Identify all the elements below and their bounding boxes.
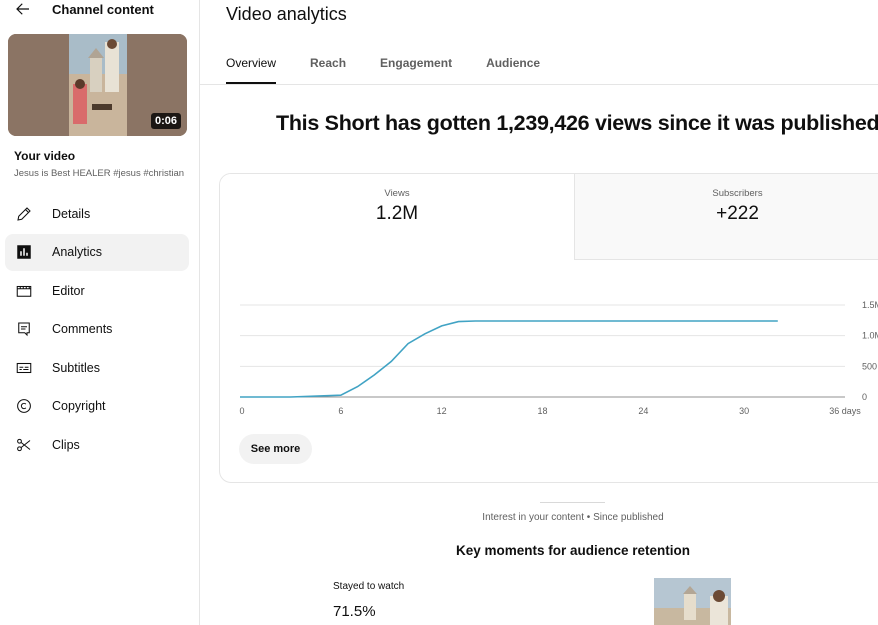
tab-audience[interactable]: Audience (486, 56, 540, 84)
sidebar-item-subtitles[interactable]: Subtitles (5, 349, 189, 386)
scissors-icon (15, 436, 33, 454)
sidebar-item-label: Subtitles (52, 360, 100, 375)
metric-value: 1.2M (375, 203, 419, 224)
sidebar-item-clips[interactable]: Clips (5, 426, 189, 463)
interest-subtitle: Interest in your content • Since publish… (482, 512, 664, 523)
back-label: Channel content (52, 1, 154, 17)
pencil-icon (15, 205, 33, 223)
sidebar-item-label: Details (52, 206, 91, 221)
y-tick-label: 500 (862, 361, 877, 371)
main-content: Video analytics Overview Reach Engagemen… (200, 0, 878, 625)
metric-label: Views (384, 188, 410, 199)
video-thumbnail[interactable]: 0:06 (8, 34, 187, 136)
x-tick-label: 12 (437, 406, 447, 416)
divider (540, 502, 605, 503)
x-tick-label: 24 (638, 406, 648, 416)
sidebar-item-copyright[interactable]: Copyright (5, 388, 189, 425)
clapper-icon (15, 282, 33, 300)
y-tick-label: 1.5M (862, 300, 878, 310)
views-chart: 0 500 1.0M 1.5M 0 6 12 18 24 30 36 days (220, 260, 878, 430)
tab-reach[interactable]: Reach (310, 56, 346, 84)
see-more-button[interactable]: See more (239, 434, 312, 464)
your-video-label: Your video (14, 149, 76, 163)
y-tick-label: 0 (862, 392, 867, 402)
tab-overview[interactable]: Overview (226, 56, 277, 84)
sidebar-item-label: Analytics (52, 245, 103, 259)
views-chart-svg: 0 500 1.0M 1.5M 0 6 12 18 24 30 36 days (239, 300, 878, 416)
page-title: Video analytics (226, 4, 347, 24)
x-tick-label: 30 (739, 406, 749, 416)
back-to-channel-content[interactable]: Channel content (14, 0, 154, 18)
x-tick-label: 18 (537, 406, 547, 416)
x-tick-label: 6 (338, 406, 343, 416)
views-headline: This Short has gotten 1,239,426 views si… (276, 111, 878, 135)
video-duration: 0:06 (150, 113, 181, 129)
sidebar-item-comments[interactable]: Comments (5, 311, 189, 348)
sidebar-item-analytics[interactable]: Analytics (5, 233, 189, 271)
metric-subscribers[interactable]: Subscribers +222 (574, 174, 878, 260)
retention-thumbnail-image (654, 578, 731, 625)
metric-label: Subscribers (712, 188, 763, 199)
views-series-line (240, 320, 778, 398)
tab-engagement[interactable]: Engagement (380, 56, 452, 84)
y-tick-label: 1.0M (862, 331, 878, 341)
stayed-to-watch-label: Stayed to watch (333, 581, 405, 592)
stayed-to-watch-value: 71.5% (333, 603, 376, 620)
sidebar-item-editor[interactable]: Editor (5, 272, 189, 309)
x-tick-label: 36 days (829, 406, 861, 416)
tab-divider (200, 84, 878, 85)
analytics-icon (15, 243, 33, 261)
metric-value: +222 (716, 203, 759, 224)
x-tick-label: 0 (239, 406, 244, 416)
arrow-back-icon (16, 3, 29, 15)
key-moments-title: Key moments for audience retention (455, 543, 691, 558)
analytics-tabs: Overview Reach Engagement Audience (226, 56, 574, 84)
copyright-icon (15, 397, 33, 415)
sidebar-item-label: Copyright (52, 399, 106, 413)
metric-views[interactable]: Views 1.2M (220, 174, 574, 260)
video-title[interactable]: Jesus is Best HEALER #jesus #christian (14, 168, 189, 179)
subtitles-icon (15, 359, 33, 377)
sidebar-item-label: Editor (52, 283, 85, 298)
sidebar-nav: Details Analytics Editor Comments Subtit… (5, 195, 189, 465)
sidebar-item-label: Clips (52, 437, 80, 452)
overview-card: Views 1.2M Subscribers +222 0 500 1.0M 1.5M… (219, 173, 878, 483)
comment-icon (15, 320, 33, 338)
sidebar-item-label: Comments (52, 322, 113, 336)
sidebar-item-details[interactable]: Details (5, 195, 189, 232)
sidebar: Channel content 0:06 Your video Jesus is… (0, 0, 200, 625)
retention-thumbnail (654, 578, 731, 625)
